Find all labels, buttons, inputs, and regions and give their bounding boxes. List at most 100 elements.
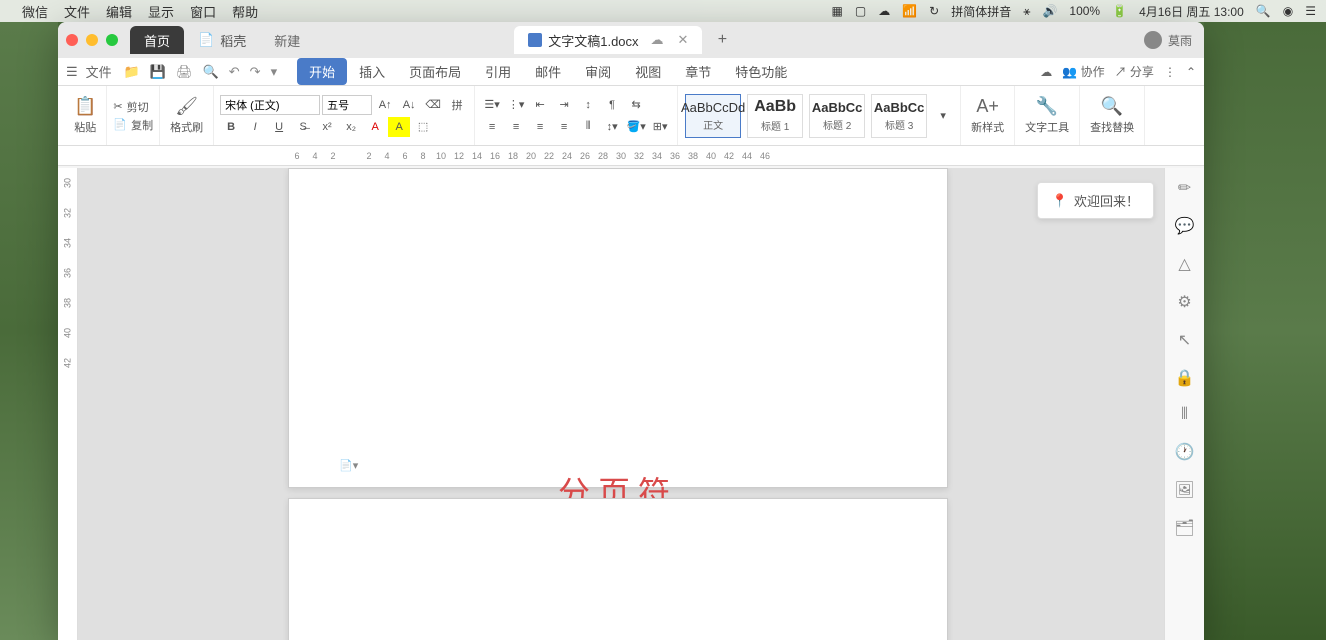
close-window-button[interactable] — [66, 34, 78, 46]
superscript-button[interactable]: x² — [316, 117, 338, 137]
gallery-tool-icon[interactable]: 🗂 — [1174, 518, 1194, 538]
spacing-tool-icon[interactable]: ⫴ — [1181, 406, 1188, 424]
cloud-sync-icon[interactable]: ☁ — [651, 32, 664, 48]
image-tool-icon[interactable]: 🖼 — [1174, 480, 1194, 500]
ribbon-tab-mail[interactable]: 邮件 — [523, 58, 573, 85]
menu-help[interactable]: 帮助 — [232, 2, 258, 21]
phonetic-guide-icon[interactable]: 拼 — [446, 95, 468, 115]
style-gallery-more-icon[interactable]: ▾ — [932, 106, 954, 126]
print-preview-icon[interactable]: 🔍 — [203, 64, 219, 80]
highlight-button[interactable]: A — [388, 117, 410, 137]
menu-file[interactable]: 文件 — [64, 2, 90, 21]
collab-button[interactable]: 👥 协作 — [1062, 63, 1104, 80]
style-normal[interactable]: AaBbCcDd 正文 — [685, 94, 741, 138]
align-center-button[interactable]: ≡ — [505, 117, 527, 137]
style-heading2[interactable]: AaBbCc 标题 2 — [809, 94, 865, 138]
ribbon-tab-layout[interactable]: 页面布局 — [397, 58, 473, 85]
cut-button[interactable]: ✂ 剪切 — [113, 99, 148, 115]
ribbon-tab-view[interactable]: 视图 — [623, 58, 673, 85]
tab-button[interactable]: ⇆ — [625, 95, 647, 115]
subscript-button[interactable]: x₂ — [340, 117, 362, 137]
number-list-button[interactable]: ⋮▾ — [505, 95, 527, 115]
find-replace-button[interactable]: 🔍 查找替换 — [1086, 94, 1138, 137]
increase-font-icon[interactable]: A↑ — [374, 95, 396, 115]
tray-icon[interactable]: ▦ — [832, 4, 843, 18]
ribbon-tab-special[interactable]: 特色功能 — [723, 58, 799, 85]
control-center-icon[interactable]: ☰ — [1305, 4, 1316, 18]
spotlight-icon[interactable]: 🔍 — [1256, 4, 1271, 18]
format-painter-button[interactable]: 🖌 格式刷 — [166, 94, 207, 137]
font-family-select[interactable] — [220, 95, 320, 115]
select-tool-icon[interactable]: ↖ — [1178, 330, 1191, 350]
copy-button[interactable]: 📄 复制 — [113, 117, 153, 133]
save-icon[interactable]: 💾 — [150, 64, 166, 80]
vertical-ruler[interactable]: 30 32 34 36 38 40 42 — [58, 168, 78, 640]
undo-icon[interactable]: ↶ — [229, 64, 240, 80]
sort-button[interactable]: ↕ — [577, 95, 599, 115]
tab-new[interactable]: 新建 — [260, 26, 314, 54]
tab-home[interactable]: 首页 — [130, 26, 184, 54]
italic-button[interactable]: I — [244, 117, 266, 137]
document-page-2[interactable] — [288, 498, 948, 640]
wifi-icon[interactable]: 📶 — [902, 4, 917, 18]
align-right-button[interactable]: ≡ — [529, 117, 551, 137]
text-tools-button[interactable]: 🔧 文字工具 — [1021, 94, 1073, 137]
new-style-button[interactable]: A+ 新样式 — [967, 94, 1008, 137]
tray-icon[interactable]: ▢ — [855, 4, 866, 18]
ime-indicator[interactable]: 拼 简体拼音 — [951, 3, 1011, 20]
tab-daoke[interactable]: 📄 稻壳 — [184, 26, 260, 54]
close-tab-icon[interactable]: ✕ — [678, 32, 689, 48]
ribbon-tab-references[interactable]: 引用 — [473, 58, 523, 85]
style-heading3[interactable]: AaBbCc 标题 3 — [871, 94, 927, 138]
user-account[interactable]: 莫雨 — [1144, 31, 1192, 49]
char-border-button[interactable]: ⬚ — [412, 117, 434, 137]
bold-button[interactable]: B — [220, 117, 242, 137]
increase-indent-button[interactable]: ⇥ — [553, 95, 575, 115]
decrease-indent-button[interactable]: ⇤ — [529, 95, 551, 115]
bluetooth-icon[interactable]: ⚹ — [1023, 4, 1030, 19]
menu-wechat[interactable]: 微信 — [22, 2, 48, 21]
collapse-ribbon-icon[interactable]: ⌃ — [1186, 65, 1196, 79]
line-spacing-button[interactable]: ↕▾ — [601, 117, 623, 137]
minimize-window-button[interactable] — [86, 34, 98, 46]
shading-button[interactable]: 🪣▾ — [625, 117, 647, 137]
strikethrough-button[interactable]: S̶ — [292, 117, 314, 137]
shape-tool-icon[interactable]: △ — [1178, 254, 1190, 274]
cloud-icon[interactable]: ☁ — [1040, 65, 1052, 79]
distribute-button[interactable]: ⫴ — [577, 117, 599, 137]
welcome-toast[interactable]: 📍 欢迎回来！ — [1037, 182, 1154, 219]
underline-button[interactable]: U — [268, 117, 290, 137]
edit-tool-icon[interactable]: ✏ — [1178, 178, 1191, 198]
lock-tool-icon[interactable]: 🔒 — [1175, 368, 1195, 388]
ribbon-tab-insert[interactable]: 插入 — [347, 58, 397, 85]
timemachine-icon[interactable]: ↻ — [929, 4, 939, 18]
wechat-tray-icon[interactable]: ☁ — [878, 4, 890, 18]
bullet-list-button[interactable]: ☰▾ — [481, 95, 503, 115]
menu-window[interactable]: 窗口 — [190, 2, 216, 21]
battery-indicator[interactable]: 100% — [1069, 4, 1100, 18]
volume-icon[interactable]: 🔊 — [1042, 4, 1057, 18]
paste-button[interactable]: 📋 粘贴 — [70, 94, 100, 137]
tab-document[interactable]: 文字文稿1.docx ☁ ✕ — [514, 26, 702, 54]
menu-view[interactable]: 显示 — [148, 2, 174, 21]
settings-tool-icon[interactable]: ⚙ — [1177, 292, 1191, 312]
hamburger-icon[interactable]: ☰ — [66, 64, 78, 80]
share-button[interactable]: ↗ 分享 — [1115, 63, 1154, 80]
more-icon[interactable]: ⋮ — [1164, 65, 1176, 79]
borders-button[interactable]: ⊞▾ — [649, 117, 671, 137]
clear-format-icon[interactable]: ⌫ — [422, 95, 444, 115]
ribbon-tab-review[interactable]: 审阅 — [573, 58, 623, 85]
history-tool-icon[interactable]: 🕐 — [1175, 442, 1195, 462]
ribbon-tab-start[interactable]: 开始 — [297, 58, 347, 85]
align-justify-button[interactable]: ≡ — [553, 117, 575, 137]
show-marks-button[interactable]: ¶ — [601, 95, 623, 115]
dropdown-icon[interactable]: ▾ — [271, 64, 278, 80]
redo-icon[interactable]: ↷ — [250, 64, 261, 80]
comment-tool-icon[interactable]: 💬 — [1175, 216, 1195, 236]
siri-icon[interactable]: ◉ — [1283, 4, 1293, 18]
horizontal-ruler[interactable]: 6 4 2 2 4 6 8 10 12 14 16 18 20 22 24 26… — [58, 146, 1204, 166]
style-heading1[interactable]: AaBb 标题 1 — [747, 94, 803, 138]
decrease-font-icon[interactable]: A↓ — [398, 95, 420, 115]
datetime[interactable]: 4月16日 周五 13:00 — [1139, 3, 1244, 20]
font-size-select[interactable] — [322, 95, 372, 115]
